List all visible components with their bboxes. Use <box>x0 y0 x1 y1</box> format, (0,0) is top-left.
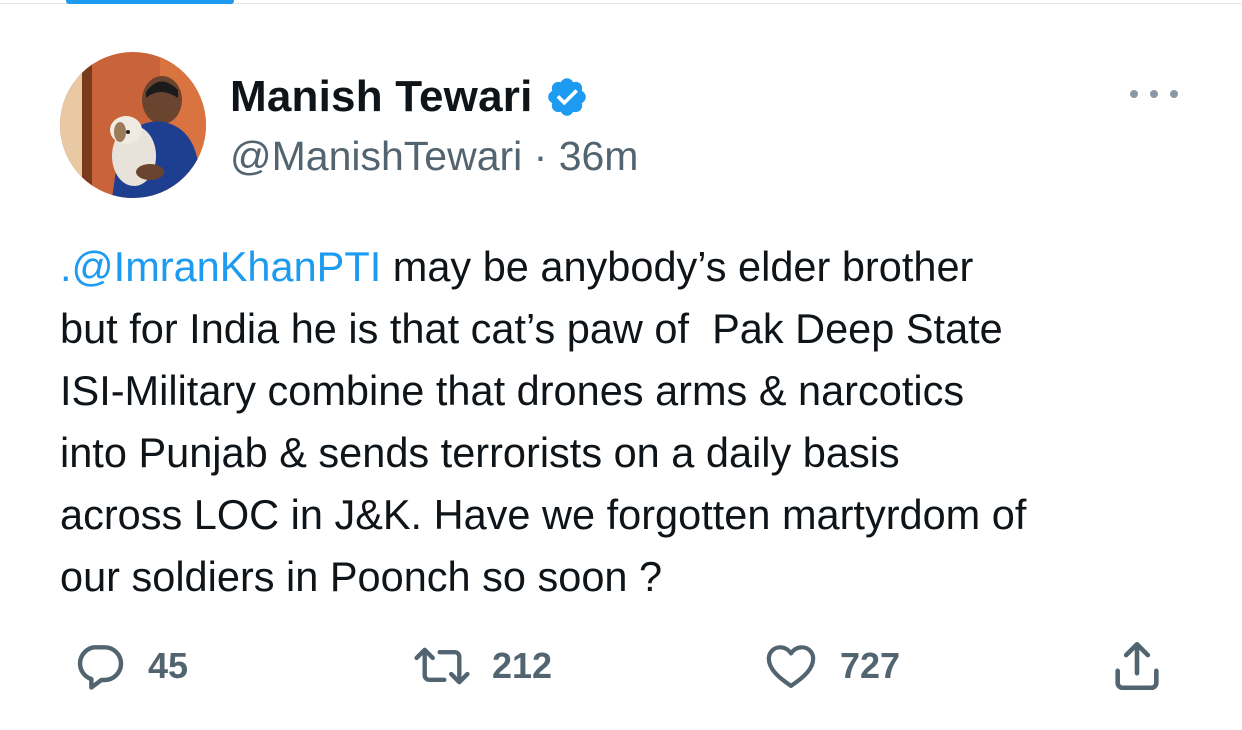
retweet-button[interactable]: 212 <box>412 634 552 698</box>
author-handle-row: @ManishTewari · 36m <box>230 133 638 180</box>
tweet-text-line: ISI-Military combine that drones arms & … <box>60 367 965 414</box>
tweet-text-line: .@ImranKhanPTI may be anybody’s elder br… <box>60 236 1220 298</box>
like-count: 727 <box>840 645 901 686</box>
verified-badge-icon <box>545 75 589 119</box>
avatar[interactable] <box>60 52 206 198</box>
tweet-action-bar: 45 212 727 <box>0 634 1242 698</box>
tweet-text: .@ImranKhanPTI may be anybody’s elder br… <box>60 236 1220 608</box>
tweet-text-line: across LOC in J&K. Have we forgotten mar… <box>60 491 1027 538</box>
heart-icon <box>766 645 816 688</box>
author-handle[interactable]: @ManishTewari <box>230 133 522 179</box>
like-button[interactable]: 727 <box>762 634 900 698</box>
share-upload-icon <box>1115 641 1159 691</box>
retweet-count: 212 <box>492 645 553 686</box>
tweet-text-line: our soldiers in Poonch so soon ? <box>60 553 663 600</box>
reply-count: 45 <box>148 645 189 686</box>
share-button[interactable] <box>1108 634 1166 698</box>
more-dots-icon[interactable] <box>1130 82 1178 106</box>
author-display-name[interactable]: Manish Tewari <box>230 72 533 122</box>
active-tab-indicator <box>66 0 234 4</box>
mention-link[interactable]: .@ImranKhanPTI <box>60 243 381 290</box>
avatar-photo <box>60 52 206 198</box>
retweet-arrows-icon <box>414 647 470 685</box>
tweet-text-line: but for India he is that cat’s paw of Pa… <box>60 305 1003 352</box>
time-separator: · <box>522 133 559 179</box>
tweet-text-segment: may be anybody’s elder brother <box>381 243 974 290</box>
reply-button[interactable]: 45 <box>72 634 188 698</box>
reply-bubble-icon <box>77 645 124 690</box>
author-name-row[interactable]: Manish Tewari <box>230 70 589 124</box>
tweet-timestamp[interactable]: 36m <box>559 133 639 179</box>
tweet-text-line: into Punjab & sends terrorists on a dail… <box>60 429 900 476</box>
